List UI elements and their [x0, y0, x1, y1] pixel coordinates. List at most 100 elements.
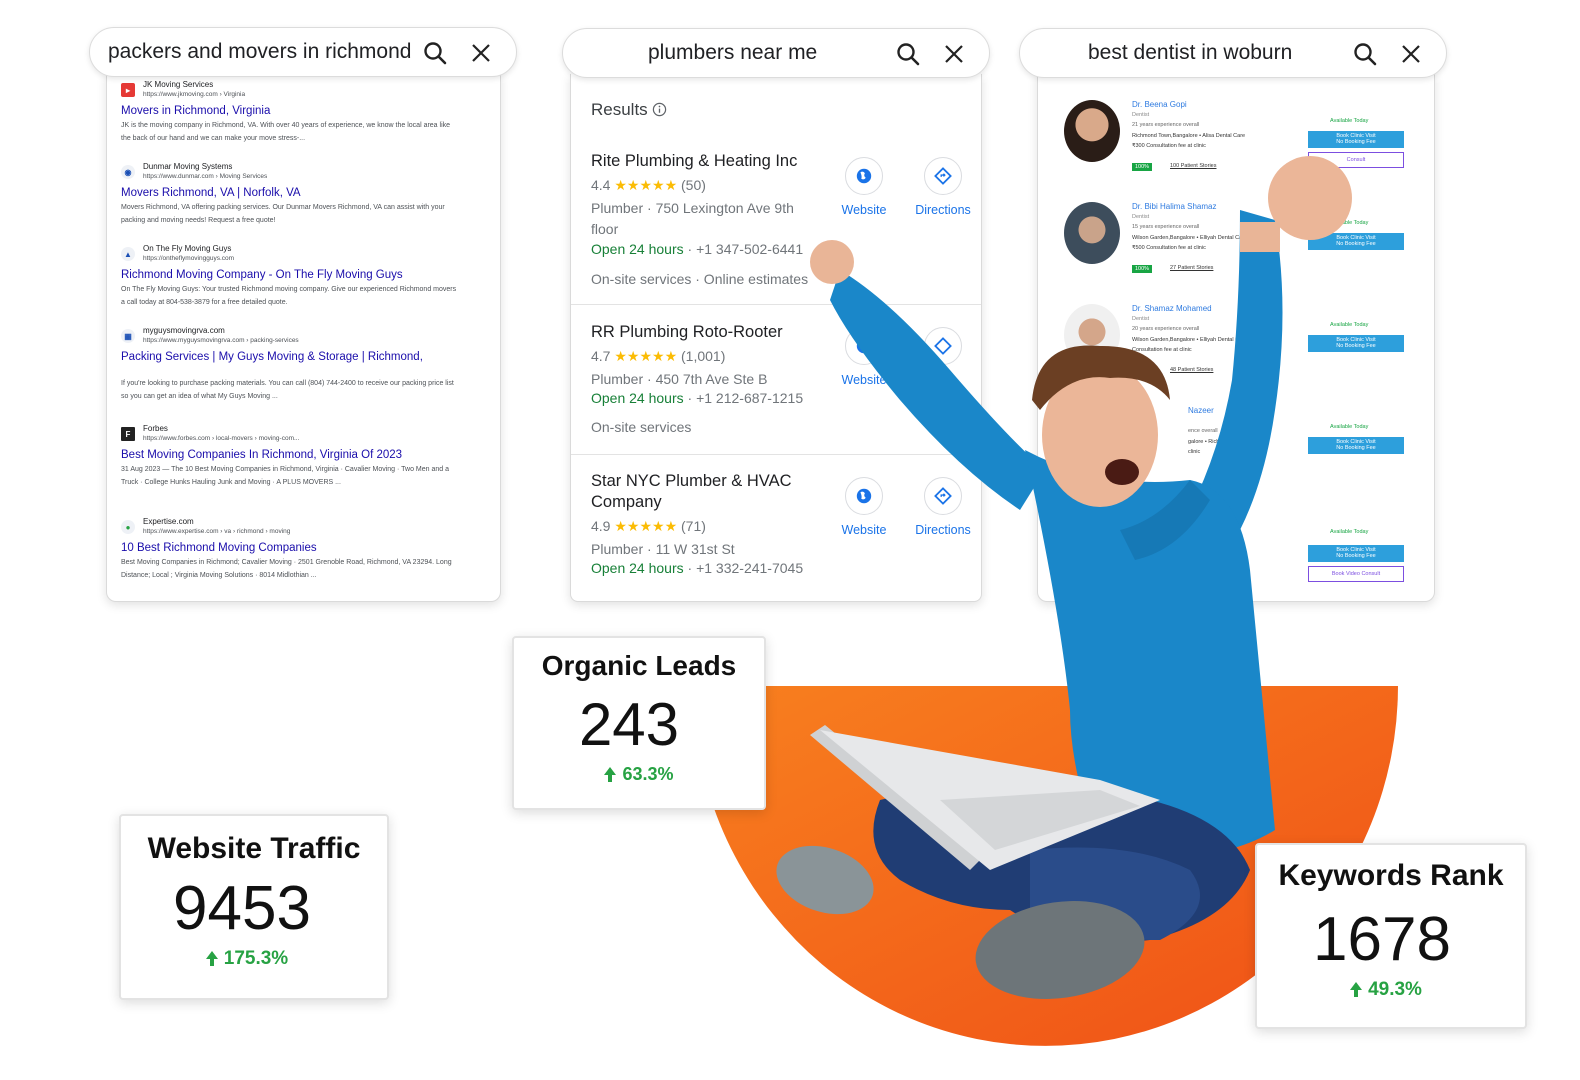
business-name[interactable]: RR Plumbing Roto-Rooter — [591, 322, 816, 343]
directions-button[interactable]: Directions — [903, 477, 981, 537]
availability: Available Today — [1330, 220, 1369, 226]
patient-stories-link[interactable]: 48 Patient Stories — [1170, 367, 1213, 373]
stat-card-website-traffic: Website Traffic 9453 175.3% — [119, 814, 389, 1000]
result-title-link[interactable]: 10 Best Richmond Moving Companies — [121, 541, 461, 555]
up-arrow-icon — [604, 766, 617, 782]
book-sublabel: No Booking Fee — [1336, 553, 1376, 559]
search-query[interactable]: best dentist in woburn — [1088, 41, 1292, 65]
result-site-name: Dunmar Moving Systems — [143, 162, 233, 171]
result-url: https://www.dunmar.com › Moving Services — [143, 173, 268, 180]
recommend-badge: 100% — [1132, 265, 1153, 273]
dentist-listing-panel: Dr. Beena Gopi Dentist 21 years experien… — [1037, 74, 1435, 602]
favicon: F — [121, 427, 135, 441]
book-clinic-button[interactable]: Book Clinic Visit No Booking Fee — [1308, 233, 1404, 250]
stat-delta: 49.3% — [1247, 979, 1525, 1001]
review-count: (50) — [681, 177, 706, 193]
info-icon[interactable] — [652, 102, 667, 117]
result-url: https://www.jkmoving.com › Virginia — [143, 91, 246, 98]
globe-icon — [856, 488, 872, 504]
business-address: Plumber · 11 W 31st St — [591, 541, 735, 557]
doctor-name[interactable]: Dr. Bibi Halima Shamaz — [1132, 202, 1216, 211]
stat-title: Keywords Rank — [1278, 859, 1504, 892]
website-button[interactable]: Website — [824, 477, 904, 537]
open-status: Open 24 hours — [591, 241, 684, 257]
search-bar-dentist[interactable]: best dentist in woburn — [1019, 28, 1447, 78]
doctor-card[interactable]: Dr. Beena Gopi Dentist 21 years experien… — [1058, 100, 1418, 200]
doctor-name[interactable]: Nazeer — [1188, 406, 1214, 415]
result-title-link[interactable]: Packing Services | My Guys Moving & Stor… — [121, 350, 461, 364]
search-icon[interactable] — [895, 41, 921, 67]
result-title-link[interactable]: Movers Richmond, VA | Norfolk, VA — [121, 186, 461, 200]
book-clinic-button[interactable]: Book Clinic Visit No Booking Fee — [1308, 131, 1404, 148]
result-item[interactable]: ◉ Dunmar Moving Systems https://www.dunm… — [121, 162, 461, 227]
favicon: ▸ — [121, 83, 135, 97]
search-bar-plumbers[interactable]: plumbers near me — [562, 28, 990, 78]
doctor-card[interactable]: Dr. Bibi Halima Shamaz Dentist 15 years … — [1058, 202, 1418, 302]
result-snippet: On The Fly Moving Guys: Your trusted Ric… — [121, 286, 457, 306]
doctor-card[interactable]: Nazeer ence overall galore • Richmond De… — [1058, 406, 1418, 506]
video-consult-button[interactable]: Consult — [1308, 152, 1404, 168]
doctor-card[interactable]: Dr. Shamaz Mohamed Dentist 20 years expe… — [1058, 304, 1418, 404]
result-title-link[interactable]: Best Moving Companies In Richmond, Virgi… — [121, 448, 461, 462]
doctor-card[interactable]: Available Today Book Clinic Visit No Book… — [1058, 514, 1418, 601]
search-icon[interactable] — [1352, 41, 1378, 67]
search-query[interactable]: plumbers near me — [648, 41, 817, 65]
stat-delta: 63.3% — [514, 764, 764, 785]
result-site-name: myguysmovingrva.com — [143, 326, 225, 335]
rating-value: 4.9 — [591, 518, 611, 534]
doctor-fee: ₹500 Consultation fee at clinic — [1132, 245, 1206, 251]
close-icon[interactable] — [1398, 41, 1424, 67]
patient-stories-link[interactable]: 27 Patient Stories — [1170, 265, 1213, 271]
result-item[interactable]: ▲ On The Fly Moving Guys https://onthefl… — [121, 244, 461, 309]
search-icon[interactable] — [422, 40, 448, 66]
stat-card-keywords-rank: Keywords Rank 1678 49.3% — [1255, 843, 1527, 1029]
rating-value: 4.4 — [591, 177, 611, 193]
result-snippet: Movers Richmond, VA offering packing ser… — [121, 204, 445, 224]
website-button[interactable]: Website — [824, 157, 904, 217]
result-item[interactable]: ● Expertise.com https://www.expertise.co… — [121, 517, 461, 582]
stat-title: Organic Leads — [541, 650, 737, 681]
availability: Available Today — [1330, 118, 1369, 124]
directions-button[interactable] — [903, 327, 981, 365]
website-button[interactable]: Website — [824, 327, 904, 387]
recommend-badge: 100% — [1132, 163, 1153, 171]
result-item[interactable]: ▸ JK Moving Services https://www.jkmovin… — [121, 80, 461, 145]
doctor-location: Richmond Town,Bangalore • Alisa Dental C… — [1132, 133, 1246, 139]
search-query[interactable]: packers and movers in richmond — [108, 40, 411, 64]
doctor-name[interactable]: Dr. Beena Gopi — [1132, 100, 1187, 109]
search-bar-movers[interactable]: packers and movers in richmond — [89, 27, 517, 77]
business-name[interactable]: Rite Plumbing & Heating Inc — [591, 151, 816, 172]
result-title-link[interactable]: Movers in Richmond, Virginia — [121, 104, 461, 118]
organic-results-panel: ▸ JK Moving Services https://www.jkmovin… — [106, 74, 501, 602]
result-item[interactable]: ▦ myguysmovingrva.com https://www.myguys… — [121, 326, 461, 403]
doctor-fee: clinic — [1188, 449, 1201, 455]
doctor-avatar — [1064, 304, 1120, 366]
rating: 4.9 ★★★★★ (71) — [591, 518, 706, 535]
stat-delta-value: 63.3% — [622, 764, 674, 784]
directions-icon — [934, 487, 952, 505]
stat-title: Website Traffic — [147, 832, 361, 865]
globe-icon: ◉ — [121, 165, 135, 179]
result-site-name: On The Fly Moving Guys — [143, 244, 232, 253]
patient-stories-link[interactable]: 100 Patient Stories — [1170, 163, 1216, 169]
doctor-avatar — [1064, 202, 1120, 264]
video-consult-button[interactable]: Book Video Consult — [1308, 566, 1404, 582]
business-name[interactable]: Star NYC Plumber & HVAC Company — [591, 471, 816, 513]
review-count: (71) — [681, 518, 706, 534]
result-url: https://www.myguysmovingrva.com › packin… — [143, 337, 299, 344]
directions-label: Directions — [915, 203, 971, 217]
book-clinic-button[interactable]: Book Clinic Visit No Booking Fee — [1308, 437, 1404, 454]
star-icons: ★★★★★ — [614, 348, 678, 364]
globe-icon — [856, 168, 872, 184]
directions-label: Directions — [915, 523, 971, 537]
directions-button[interactable]: Directions — [903, 157, 981, 217]
result-title-link[interactable]: Richmond Moving Company - On The Fly Mov… — [121, 268, 461, 282]
close-icon[interactable] — [941, 41, 967, 67]
book-clinic-button[interactable]: Book Clinic Visit No Booking Fee — [1308, 545, 1404, 562]
result-item[interactable]: F Forbes https://www.forbes.com › local-… — [121, 424, 461, 489]
up-arrow-icon — [1350, 982, 1363, 997]
book-clinic-button[interactable]: Book Clinic Visit No Booking Fee — [1308, 335, 1404, 352]
doctor-name[interactable]: Dr. Shamaz Mohamed — [1132, 304, 1212, 313]
close-icon[interactable] — [468, 40, 494, 66]
result-url: https://www.forbes.com › local-movers › … — [143, 435, 300, 442]
